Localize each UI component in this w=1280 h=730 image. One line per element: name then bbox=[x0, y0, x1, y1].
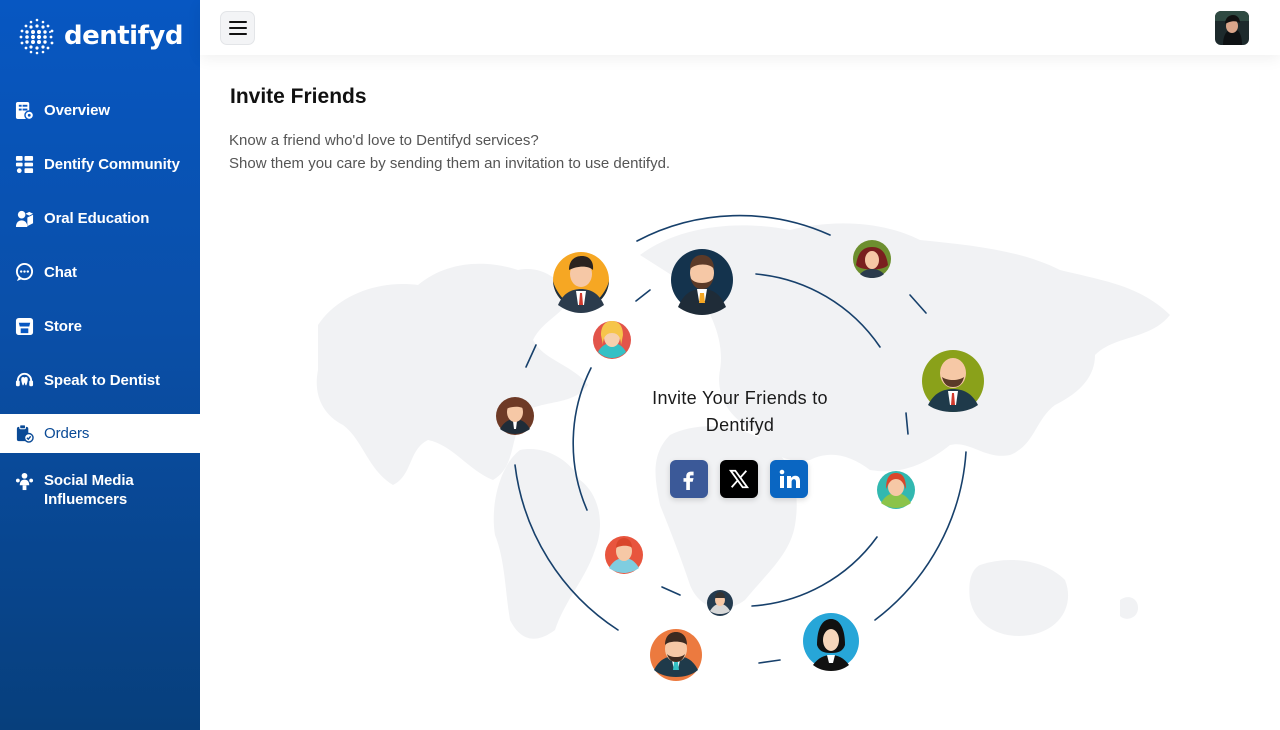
sidebar-item-speak-to-dentist[interactable]: Speak to Dentist bbox=[0, 353, 200, 407]
store-icon bbox=[14, 316, 34, 336]
brand-name: dentifyd bbox=[64, 21, 183, 51]
friend-avatar-8 bbox=[605, 536, 643, 574]
sidebar-item-social-media-influencers[interactable]: Social Media Influemcers bbox=[0, 461, 200, 523]
friend-avatar-4 bbox=[593, 321, 631, 359]
sidebar-item-orders[interactable]: Orders bbox=[0, 414, 200, 453]
main-content: Invite Friends Know a friend who'd love … bbox=[200, 55, 1280, 730]
sidebar-item-label: Social Media Influemcers bbox=[44, 471, 134, 509]
logo-dots-icon bbox=[19, 18, 54, 55]
sidebar-item-oral-education[interactable]: Oral Education bbox=[0, 191, 200, 245]
sidebar-item-label: Store bbox=[44, 317, 82, 335]
invite-illustration: Invite Your Friends to Dentifyd bbox=[200, 55, 1280, 730]
friend-avatar-5 bbox=[922, 350, 984, 412]
chat-icon bbox=[14, 262, 34, 282]
education-icon bbox=[14, 208, 34, 228]
sidebar-nav: Overview Dentify Community Oral Educatio… bbox=[0, 83, 200, 523]
influencers-icon bbox=[14, 471, 34, 491]
brand-logo[interactable]: dentifyd bbox=[18, 16, 183, 56]
friend-avatar-3 bbox=[853, 240, 891, 278]
facebook-icon bbox=[683, 471, 694, 490]
friend-avatar-6 bbox=[496, 397, 534, 435]
x-icon bbox=[728, 469, 750, 489]
sidebar-item-label: Overview bbox=[44, 101, 110, 119]
social-share-buttons bbox=[670, 460, 808, 498]
friend-avatar-2 bbox=[671, 249, 733, 315]
sidebar-item-store[interactable]: Store bbox=[0, 299, 200, 353]
sidebar-item-chat[interactable]: Chat bbox=[0, 245, 200, 299]
sidebar-item-label: Chat bbox=[44, 263, 77, 281]
sidebar-item-community[interactable]: Dentify Community bbox=[0, 137, 200, 191]
sidebar: dentifyd Overview Dentify Community Oral… bbox=[0, 0, 200, 730]
label-line-2: Influemcers bbox=[44, 491, 128, 508]
sidebar-item-label: Orders bbox=[44, 425, 90, 442]
orders-icon bbox=[14, 424, 34, 444]
invite-heading-line-2: Dentifyd bbox=[705, 415, 775, 435]
friend-avatar-11 bbox=[803, 613, 859, 671]
friend-avatar-10 bbox=[650, 629, 702, 681]
label-line-1: Social Media bbox=[44, 472, 134, 489]
friend-avatar-9 bbox=[707, 590, 733, 616]
menu-toggle-button[interactable] bbox=[220, 11, 255, 45]
sidebar-item-overview[interactable]: Overview bbox=[0, 83, 200, 137]
community-icon bbox=[14, 154, 34, 174]
invite-heading: Invite Your Friends to Dentifyd bbox=[620, 385, 860, 439]
top-bar bbox=[200, 0, 1280, 55]
sidebar-item-label: Oral Education bbox=[44, 209, 150, 227]
x-share-button[interactable] bbox=[720, 460, 758, 498]
sidebar-item-label: Dentify Community bbox=[44, 155, 180, 173]
user-avatar[interactable] bbox=[1215, 11, 1249, 45]
linkedin-share-button[interactable] bbox=[770, 460, 808, 498]
hamburger-icon bbox=[228, 21, 247, 35]
dentist-icon bbox=[14, 370, 34, 390]
sidebar-item-label: Speak to Dentist bbox=[44, 371, 160, 389]
friend-avatar-7 bbox=[877, 471, 915, 509]
invite-heading-line-1: Invite Your Friends to bbox=[652, 388, 828, 408]
overview-icon bbox=[14, 100, 34, 120]
facebook-share-button[interactable] bbox=[670, 460, 708, 498]
friend-avatar-1 bbox=[553, 252, 609, 313]
linkedin-icon bbox=[779, 469, 800, 488]
